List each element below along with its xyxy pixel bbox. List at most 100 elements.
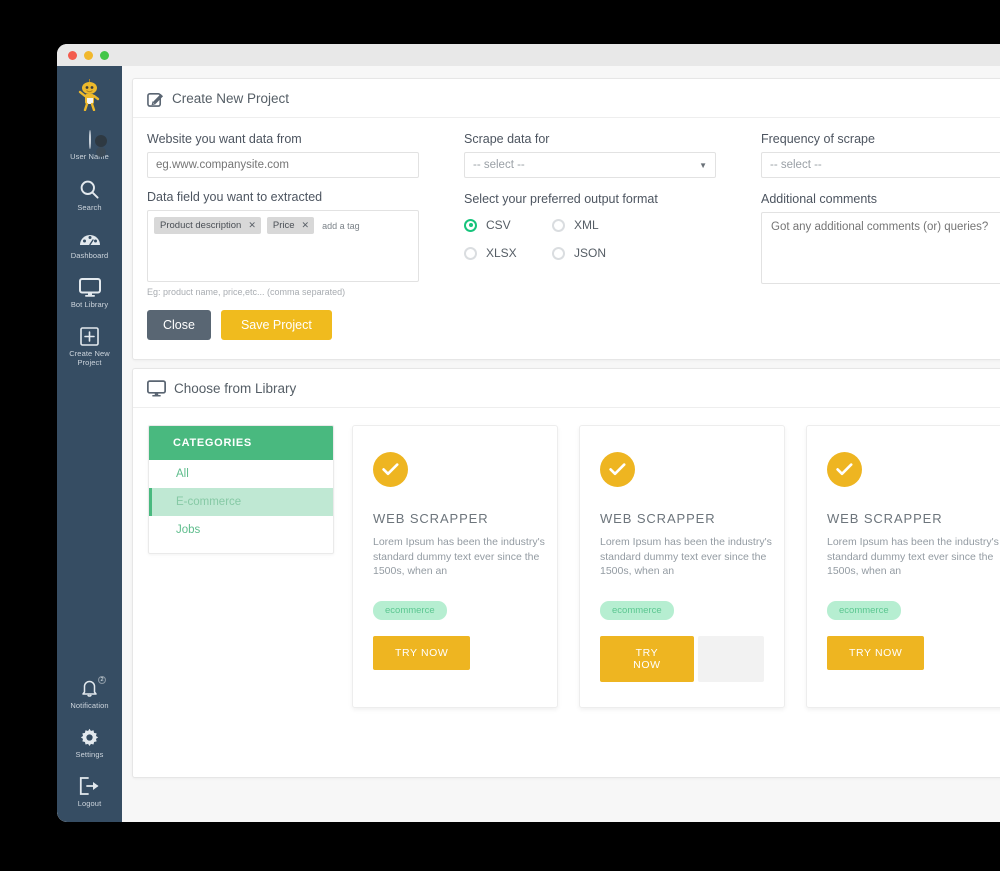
logout-icon (59, 777, 120, 796)
page-title: Create New Project (172, 91, 290, 106)
card-title: WEB SCRAPPER (600, 511, 716, 526)
monitor-icon (59, 278, 120, 297)
sidebar-item-label: User Name (70, 152, 109, 161)
sidebar-item-label: Settings (75, 750, 104, 759)
radio-indicator (464, 218, 477, 232)
sidebar-item-label: Bot Library (70, 300, 109, 309)
frequency-label: Frequency of scrape (761, 132, 875, 146)
sidebar-item-label: Logout (77, 799, 102, 808)
card-description: Lorem Ipsum has been the industry's stan… (827, 536, 999, 577)
categories-title: CATEGORIES (149, 426, 333, 460)
robot-mascot-icon (78, 79, 99, 112)
maximize-window-button[interactable] (100, 50, 109, 60)
form-column-left: Website you want data from Data field yo… (147, 132, 419, 297)
sidebar-item-label: Create New Project (69, 349, 110, 367)
sidebar-item-bot-library[interactable]: Bot Library (57, 269, 122, 318)
additional-comments-textarea[interactable] (761, 212, 1000, 284)
form-column-middle: Scrape data for -- select -- ▼ Select yo… (464, 132, 716, 297)
card-title: WEB SCRAPPER (373, 511, 489, 526)
sidebar-item-dashboard[interactable]: Dashboard (57, 221, 122, 269)
website-label: Website you want data from (147, 132, 302, 146)
try-now-button[interactable]: TRY NOW (373, 635, 471, 670)
radio-json[interactable]: JSON (552, 246, 716, 260)
sidebar-item-search[interactable]: Search (57, 170, 122, 221)
add-a-tag-placeholder[interactable]: add a tag (320, 221, 360, 231)
radio-indicator (552, 246, 565, 260)
radio-xml[interactable]: XML (552, 218, 716, 232)
create-project-panel: Create New Project Website you want data… (132, 78, 1000, 360)
categories-card: CATEGORIES All E-commerce Jobs (148, 425, 334, 554)
tag-label: Product description (160, 220, 242, 231)
sidebar-item-logout[interactable]: Logout (57, 768, 122, 822)
radio-indicator (464, 246, 477, 260)
close-button[interactable]: Close (147, 310, 211, 340)
create-project-header: Create New Project (133, 79, 1000, 118)
library-cards: WEB SCRAPPER Lorem Ipsum has been the in… (352, 425, 1000, 708)
try-now-button[interactable]: TRY NOW (600, 635, 694, 682)
notification-badge: 2 (98, 676, 106, 684)
frequency-select[interactable]: -- select -- (761, 152, 1000, 178)
card-tag: ecommerce (827, 600, 901, 620)
library-title: Choose from Library (174, 381, 297, 396)
check-circle-icon (827, 452, 862, 487)
placeholder-block (697, 635, 764, 682)
app-window: User Name Search Dashboard Bot Library C… (57, 44, 1000, 822)
search-icon (59, 179, 120, 200)
plus-square-icon (59, 327, 120, 346)
tag-label: Price (272, 220, 295, 231)
minimize-window-button[interactable] (84, 50, 93, 60)
card-tag: ecommerce (600, 600, 674, 620)
robot-mascot-logo (57, 71, 122, 122)
save-project-button[interactable]: Save Project (220, 310, 332, 340)
sidebar-item-create-new-project[interactable]: Create New Project (57, 318, 122, 376)
website-input[interactable] (147, 152, 419, 178)
remove-tag-icon[interactable]: ✕ (248, 220, 256, 231)
radio-csv[interactable]: CSV (464, 218, 552, 232)
sidebar-item-label: Search (77, 203, 102, 212)
tag-chip[interactable]: Price ✕ (266, 217, 315, 234)
sidebar-item-settings[interactable]: Settings (57, 719, 122, 768)
library-card[interactable]: WEB SCRAPPER Lorem Ipsum has been the in… (352, 425, 558, 708)
card-description: Lorem Ipsum has been the industry's stan… (373, 536, 545, 577)
sidebar-item-label: Notification (70, 701, 109, 710)
sidebar-item-user[interactable]: User Name (57, 122, 122, 170)
sidebar: User Name Search Dashboard Bot Library C… (57, 66, 122, 822)
user-avatar-icon (59, 130, 120, 149)
radio-label: XLSX (486, 246, 517, 260)
category-item-all[interactable]: All (149, 460, 333, 488)
card-description: Lorem Ipsum has been the industry's stan… (600, 536, 772, 577)
form-column-right: Frequency of scrape -- select -- ▼ Addit… (761, 132, 1000, 297)
bell-icon: 2 (59, 676, 120, 698)
remove-tag-icon[interactable]: ✕ (302, 220, 310, 231)
check-circle-icon (600, 452, 635, 487)
window-titlebar (57, 44, 1000, 66)
category-item-ecommerce[interactable]: E-commerce (149, 488, 333, 516)
library-card[interactable]: WEB SCRAPPER Lorem Ipsum has been the in… (806, 425, 1000, 708)
monitor-icon (147, 380, 166, 397)
tag-chip[interactable]: Product description ✕ (154, 217, 261, 234)
category-item-jobs[interactable]: Jobs (149, 516, 333, 544)
data-field-tag-input[interactable]: Product description ✕ Price ✕ add a tag (147, 210, 419, 282)
radio-indicator (552, 218, 565, 232)
check-circle-icon (373, 452, 408, 487)
radio-xlsx[interactable]: XLSX (464, 246, 552, 260)
form-actions: Close Save Project (133, 297, 1000, 340)
sidebar-item-label: Dashboard (70, 251, 109, 260)
data-field-label: Data field you want to extracted (147, 190, 323, 204)
library-header: Choose from Library (133, 369, 1000, 408)
comments-label: Additional comments (761, 192, 878, 206)
data-field-hint: Eg: product name, price,etc... (comma se… (147, 287, 346, 297)
main-content: Create New Project Website you want data… (122, 66, 1000, 822)
library-card[interactable]: WEB SCRAPPER Lorem Ipsum has been the in… (579, 425, 785, 708)
card-tag: ecommerce (373, 600, 447, 620)
radio-label: CSV (486, 218, 511, 232)
close-window-button[interactable] (68, 50, 77, 60)
library-panel: Choose from Library CATEGORIES All E-com… (132, 368, 1000, 778)
scrape-for-select[interactable]: -- select -- (464, 152, 716, 178)
output-format-radio-group: CSV XML XLSX JSON (464, 218, 716, 260)
sidebar-item-notification[interactable]: 2 Notification (57, 669, 122, 719)
edit-pencil-icon (147, 90, 164, 107)
dashboard-icon (59, 230, 120, 248)
try-now-button[interactable]: TRY NOW (827, 635, 925, 670)
card-title: WEB SCRAPPER (827, 511, 943, 526)
